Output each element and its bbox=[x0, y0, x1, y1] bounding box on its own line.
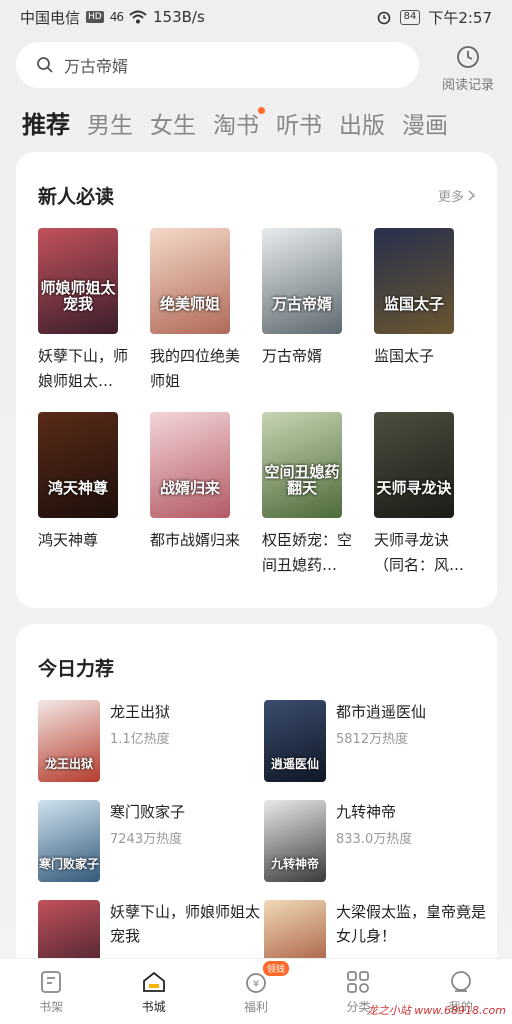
recommend-list: 龙王出狱 龙王出狱 1.1亿热度 逍遥医仙 都市逍遥医仙 5812万热度 寒门败家子 寒门败家… bbox=[38, 700, 488, 982]
section-title: 今日力荐 bbox=[38, 658, 115, 680]
book-cover: 万古帝婿 bbox=[262, 228, 342, 334]
book-title: 权臣娇宠：空间丑媳药… bbox=[262, 531, 353, 574]
store-icon bbox=[142, 971, 165, 992]
book-item[interactable]: 鸿天神尊 鸿天神尊 bbox=[38, 412, 128, 596]
alarm-icon bbox=[377, 11, 390, 25]
book-cover: 龙王出狱 bbox=[38, 700, 100, 782]
book-title: 万古帝婿 bbox=[262, 347, 323, 365]
hd-badge: HD bbox=[86, 11, 104, 23]
list-item[interactable]: 逍遥医仙 都市逍遥医仙 5812万热度 bbox=[264, 700, 490, 782]
reading-history-button[interactable]: 阅读记录 bbox=[436, 44, 500, 93]
book-item[interactable]: 万古帝婿 万古帝婿 bbox=[262, 228, 352, 412]
new-reader-section: 新人必读 更多 师娘师姐太宠我 妖孽下山，师娘师姐太… 绝美师姐 我的四位绝美师姐 万古… bbox=[16, 152, 497, 608]
book-grid: 师娘师姐太宠我 妖孽下山，师娘师姐太… 绝美师姐 我的四位绝美师姐 万古帝婿 万古帝婿 监国… bbox=[38, 228, 478, 596]
tab-book-hunt[interactable]: 淘书 bbox=[213, 106, 265, 140]
heat-count: 5812万热度 bbox=[336, 732, 409, 747]
book-title: 寒门败家子 bbox=[110, 803, 186, 821]
search-bar[interactable]: 万古帝婿 bbox=[16, 42, 419, 88]
book-cover: 空间丑媳药翻天 bbox=[262, 412, 342, 518]
wifi-icon bbox=[129, 10, 147, 24]
book-cover: 监国太子 bbox=[374, 228, 454, 334]
book-title: 监国太子 bbox=[374, 347, 435, 365]
cover-title: 龙王出狱 bbox=[44, 757, 93, 771]
category-icon bbox=[347, 971, 370, 993]
tab-audiobook[interactable]: 听书 bbox=[276, 106, 322, 140]
book-title: 鸿天神尊 bbox=[38, 531, 99, 549]
cover-title: 战婿归来 bbox=[159, 479, 220, 497]
cover-title: 万古帝婿 bbox=[271, 295, 332, 313]
book-cover: 师娘师姐太宠我 bbox=[38, 228, 118, 334]
book-item[interactable]: 天师寻龙诀天师寻龙诀（同名：风… bbox=[374, 412, 464, 596]
book-cover: 寒门败家子 bbox=[38, 800, 100, 882]
section-title: 新人必读 bbox=[38, 186, 115, 208]
tab-female[interactable]: 女生 bbox=[150, 106, 196, 140]
book-cover: 九转神帝 bbox=[264, 800, 326, 882]
svg-text:¥: ¥ bbox=[253, 979, 259, 990]
book-title: 九转神帝 bbox=[336, 803, 397, 821]
cover-title: 空间丑媳药翻天 bbox=[264, 463, 340, 497]
signal-label: 46 bbox=[109, 10, 124, 24]
bottom-nav: 书架 书城 ¥ 领钱 福利 分类 我的 龙之小站 www.68918.com bbox=[0, 958, 512, 1024]
cover-title: 寒门败家子 bbox=[38, 857, 99, 871]
heat-count: 1.1亿热度 bbox=[110, 732, 170, 747]
search-placeholder: 万古帝婿 bbox=[64, 57, 129, 76]
book-title: 天师寻龙诀（同名：风… bbox=[374, 531, 465, 574]
profile-icon bbox=[450, 971, 471, 992]
nav-store[interactable]: 书城 bbox=[102, 959, 204, 1024]
book-item[interactable]: 绝美师姐我的四位绝美师姐 bbox=[150, 228, 240, 412]
carrier-label: 中国电信 bbox=[20, 8, 81, 27]
book-item[interactable]: 师娘师姐太宠我妖孽下山，师娘师姐太… bbox=[38, 228, 128, 412]
new-dot bbox=[258, 107, 265, 114]
chevron-right-icon bbox=[468, 190, 475, 201]
clock-icon bbox=[457, 46, 479, 68]
cover-title: 监国太子 bbox=[383, 295, 444, 313]
bookshelf-icon bbox=[41, 971, 62, 993]
tab-male[interactable]: 男生 bbox=[87, 106, 133, 140]
watermark: 龙之小站 www.68918.com bbox=[366, 1004, 506, 1017]
reading-history-label: 阅读记录 bbox=[441, 78, 494, 93]
nav-bookshelf[interactable]: 书架 bbox=[0, 959, 102, 1024]
cover-title: 天师寻龙诀 bbox=[376, 479, 452, 497]
book-cover: 战婿归来 bbox=[150, 412, 230, 518]
book-title: 都市逍遥医仙 bbox=[336, 703, 427, 721]
book-cover: 鸿天神尊 bbox=[38, 412, 118, 518]
book-title: 都市战婿归来 bbox=[150, 531, 241, 549]
book-cover: 天师寻龙诀 bbox=[374, 412, 454, 518]
tab-comics[interactable]: 漫画 bbox=[402, 106, 448, 140]
category-tabs: 推荐 男生 女生 淘书 听书 出版 漫画 bbox=[22, 104, 448, 140]
list-item[interactable]: 龙王出狱 龙王出狱 1.1亿热度 bbox=[38, 700, 264, 782]
book-item[interactable]: 战婿归来都市战婿归来 bbox=[150, 412, 240, 596]
list-item[interactable]: 九转神帝 九转神帝 833.0万热度 bbox=[264, 800, 490, 882]
today-recommend-section: 今日力荐 龙王出狱 龙王出狱 1.1亿热度 逍遥医仙 都市逍遥医仙 5812万热度 寒门败家… bbox=[16, 624, 497, 1004]
cover-title: 鸿天神尊 bbox=[47, 479, 108, 497]
book-title: 妖孽下山，师娘师姐太宠我 bbox=[110, 903, 261, 945]
network-speed: 153B/s bbox=[153, 8, 205, 26]
cover-title: 师娘师姐太宠我 bbox=[40, 279, 116, 313]
clock: 下午2:57 bbox=[428, 8, 492, 27]
search-icon bbox=[37, 57, 53, 73]
battery-indicator: 84 bbox=[399, 9, 421, 25]
list-item[interactable]: 寒门败家子 寒门败家子 7243万热度 bbox=[38, 800, 264, 882]
more-link[interactable]: 更多 bbox=[438, 186, 475, 205]
heat-count: 7243万热度 bbox=[110, 832, 183, 847]
nav-welfare[interactable]: ¥ 领钱 福利 bbox=[205, 959, 307, 1024]
cover-title: 逍遥医仙 bbox=[270, 757, 319, 771]
book-title: 我的四位绝美师姐 bbox=[150, 347, 241, 390]
cover-title: 九转神帝 bbox=[270, 857, 319, 871]
cover-title: 绝美师姐 bbox=[159, 295, 220, 313]
book-cover: 逍遥医仙 bbox=[264, 700, 326, 782]
book-cover: 绝美师姐 bbox=[150, 228, 230, 334]
book-title: 妖孽下山，师娘师姐太… bbox=[38, 347, 129, 390]
heat-count: 833.0万热度 bbox=[336, 832, 413, 847]
status-bar: 中国电信 HD 46 153B/s 84 下午2:57 bbox=[0, 0, 512, 34]
book-title: 龙王出狱 bbox=[110, 703, 171, 721]
welfare-badge: 领钱 bbox=[262, 961, 289, 976]
tab-publish[interactable]: 出版 bbox=[339, 106, 385, 140]
tab-recommend[interactable]: 推荐 bbox=[22, 105, 70, 140]
book-title: 大梁假太监，皇帝竟是女儿身！ bbox=[336, 903, 487, 945]
book-item[interactable]: 监国太子 监国太子 bbox=[374, 228, 464, 412]
book-item[interactable]: 空间丑媳药翻天权臣娇宠：空间丑媳药… bbox=[262, 412, 352, 596]
